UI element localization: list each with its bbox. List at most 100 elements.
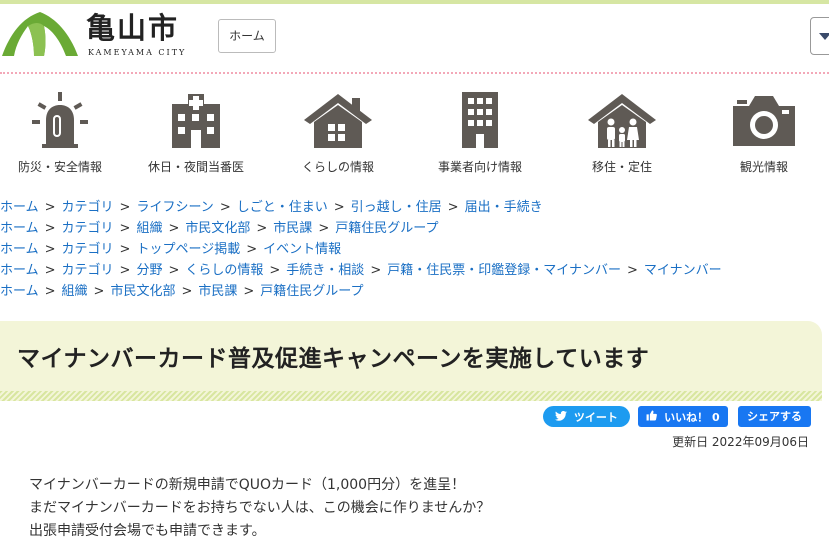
body-line: まだマイナンバーカードをお持ちでない人は、この機会に作りませんか？ — [29, 500, 491, 516]
breadcrumb-link[interactable]: 戸籍・住民票・印鑑登録・マイナンバー — [387, 263, 621, 278]
thumbs-up-icon — [646, 407, 658, 428]
breadcrumb: ホーム > カテゴリ > 分野 > くらしの情報 > 手続き・相談 > 戸籍・住民票・印鑑登録・マイ… — [0, 260, 829, 281]
header-divider — [0, 72, 829, 74]
nav-label: 観光情報 — [739, 160, 788, 174]
nav-label: 休日・夜間当番医 — [147, 160, 244, 174]
breadcrumb-separator: > — [44, 242, 56, 257]
body-line: 出張申請受付会場でも申請できます。 — [29, 523, 266, 539]
nav-label: 移住・定住 — [591, 160, 652, 174]
nav-item-hospital[interactable]: 休日・夜間当番医 — [136, 80, 256, 180]
city-logo[interactable]: 亀山市 KAMEYAMA CITY — [0, 6, 200, 62]
breadcrumb-separator: > — [219, 200, 231, 215]
breadcrumb-separator: > — [119, 263, 131, 278]
breadcrumb-separator: > — [119, 221, 131, 236]
breadcrumb-link[interactable]: イベント情報 — [263, 242, 341, 257]
breadcrumb-separator: > — [119, 200, 131, 215]
breadcrumb-separator: > — [44, 200, 56, 215]
nav-label: 防災・安全情報 — [17, 160, 102, 174]
breadcrumb-link[interactable]: カテゴリ — [62, 263, 114, 278]
breadcrumb-separator: > — [93, 284, 105, 299]
breadcrumb-link[interactable]: 手続き・相談 — [286, 263, 364, 278]
breadcrumb-link[interactable]: 届出・手続き — [465, 200, 543, 215]
nav-label: 事業者向け情報 — [437, 160, 522, 174]
facebook-share-button[interactable]: シェアする — [738, 406, 811, 427]
nav-item-disaster[interactable]: 防災・安全情報 — [0, 80, 120, 180]
family-house-icon — [588, 94, 656, 148]
breadcrumb-separator: > — [119, 242, 131, 257]
breadcrumb: ホーム > カテゴリ > トップページ掲載 > イベント情報 — [0, 239, 829, 260]
updated-date: 更新日 2022年09月06日 — [672, 435, 809, 449]
tweet-button[interactable]: ツイート — [543, 406, 630, 427]
nav-label: くらしの情報 — [301, 160, 374, 174]
logo-roman: KAMEYAMA CITY — [88, 48, 187, 57]
house-icon — [304, 94, 372, 148]
breadcrumb-separator: > — [269, 263, 281, 278]
building-icon — [462, 92, 498, 148]
breadcrumb-link[interactable]: 市民課 — [198, 284, 237, 299]
breadcrumb-separator: > — [44, 263, 56, 278]
breadcrumb-link[interactable]: 分野 — [136, 263, 162, 278]
breadcrumb-separator: > — [243, 284, 255, 299]
page-title: マイナンバーカード普及促進キャンペーンを実施しています — [17, 346, 650, 372]
body-line: マイナンバーカードの新規申請でQUOカード（1,000円分）を進呈！ — [29, 477, 466, 493]
breadcrumb-link[interactable]: 戸籍住民グループ — [260, 284, 363, 299]
tweet-label: ツイート — [573, 410, 618, 424]
breadcrumb-separator: > — [370, 263, 382, 278]
category-nav: 防災・安全情報 休日・夜間当番医 くらしの情報 事業者向け情報 移住・定住 観光… — [0, 80, 829, 180]
twitter-bird-icon — [555, 407, 568, 428]
breadcrumb-link[interactable]: 市民文化部 — [110, 284, 175, 299]
breadcrumb-link[interactable]: しごと・住まい — [237, 200, 328, 215]
like-label: いいね！ 0 — [664, 410, 720, 424]
mountain-logo-icon — [2, 12, 78, 56]
breadcrumb-link[interactable]: ホーム — [0, 200, 39, 215]
breadcrumb-link[interactable]: カテゴリ — [62, 200, 114, 215]
breadcrumb-link[interactable]: ホーム — [0, 263, 39, 278]
breadcrumb-list: ホーム > カテゴリ > ライフシーン > しごと・住まい > 引っ越し・住居 > 届出・手続き ホー… — [0, 197, 829, 302]
menu-dropdown-button[interactable] — [810, 17, 829, 55]
breadcrumb-link[interactable]: 戸籍住民グループ — [335, 221, 438, 236]
nav-item-tourism[interactable]: 観光情報 — [704, 80, 824, 180]
nav-item-migration[interactable]: 移住・定住 — [562, 80, 682, 180]
top-accent-line — [0, 0, 829, 4]
home-button[interactable]: ホーム — [218, 19, 276, 53]
breadcrumb: ホーム > カテゴリ > ライフシーン > しごと・住まい > 引っ越し・住居 > 届出・手続き — [0, 197, 829, 218]
camera-icon — [733, 96, 795, 146]
breadcrumb-separator: > — [168, 263, 180, 278]
logo-kanji: 亀山市 — [86, 11, 180, 45]
breadcrumb-link[interactable]: 引っ越し・住居 — [351, 200, 442, 215]
breadcrumb-link[interactable]: 市民課 — [273, 221, 312, 236]
chevron-down-icon — [819, 33, 829, 40]
title-stripe — [0, 391, 822, 401]
breadcrumb-separator: > — [44, 221, 56, 236]
breadcrumb-separator: > — [626, 263, 638, 278]
breadcrumb-separator: > — [333, 200, 345, 215]
breadcrumb-link[interactable]: ホーム — [0, 221, 39, 236]
breadcrumb-separator: > — [256, 221, 268, 236]
breadcrumb: ホーム > カテゴリ > 組織 > 市民文化部 > 市民課 > 戸籍住民グループ — [0, 218, 829, 239]
breadcrumb-link[interactable]: くらしの情報 — [185, 263, 263, 278]
breadcrumb-link[interactable]: マイナンバー — [644, 263, 722, 278]
breadcrumb-separator: > — [246, 242, 258, 257]
article-body: マイナンバーカードの新規申請でQUOカード（1,000円分）を進呈！ まだマイナ… — [29, 474, 490, 543]
breadcrumb-link[interactable]: ライフシーン — [136, 200, 213, 215]
breadcrumb-link[interactable]: ホーム — [0, 284, 39, 299]
breadcrumb-link[interactable]: カテゴリ — [62, 221, 114, 236]
nav-item-business[interactable]: 事業者向け情報 — [420, 80, 540, 180]
breadcrumb-link[interactable]: トップページ掲載 — [136, 242, 240, 257]
page-title-box: マイナンバーカード普及促進キャンペーンを実施しています — [0, 321, 822, 401]
facebook-like-button[interactable]: いいね！ 0 — [638, 406, 728, 427]
hospital-icon — [172, 94, 220, 148]
breadcrumb-separator: > — [44, 284, 56, 299]
breadcrumb-link[interactable]: 組織 — [62, 284, 88, 299]
breadcrumb-separator: > — [181, 284, 193, 299]
breadcrumb-link[interactable]: ホーム — [0, 242, 39, 257]
siren-icon — [32, 92, 88, 148]
breadcrumb-link[interactable]: 組織 — [136, 221, 162, 236]
breadcrumb-link[interactable]: 市民文化部 — [185, 221, 250, 236]
breadcrumb-separator: > — [168, 221, 180, 236]
breadcrumb-separator: > — [318, 221, 330, 236]
breadcrumb: ホーム > 組織 > 市民文化部 > 市民課 > 戸籍住民グループ — [0, 281, 829, 302]
nav-item-living[interactable]: くらしの情報 — [278, 80, 398, 180]
breadcrumb-separator: > — [447, 200, 459, 215]
breadcrumb-link[interactable]: カテゴリ — [62, 242, 114, 257]
